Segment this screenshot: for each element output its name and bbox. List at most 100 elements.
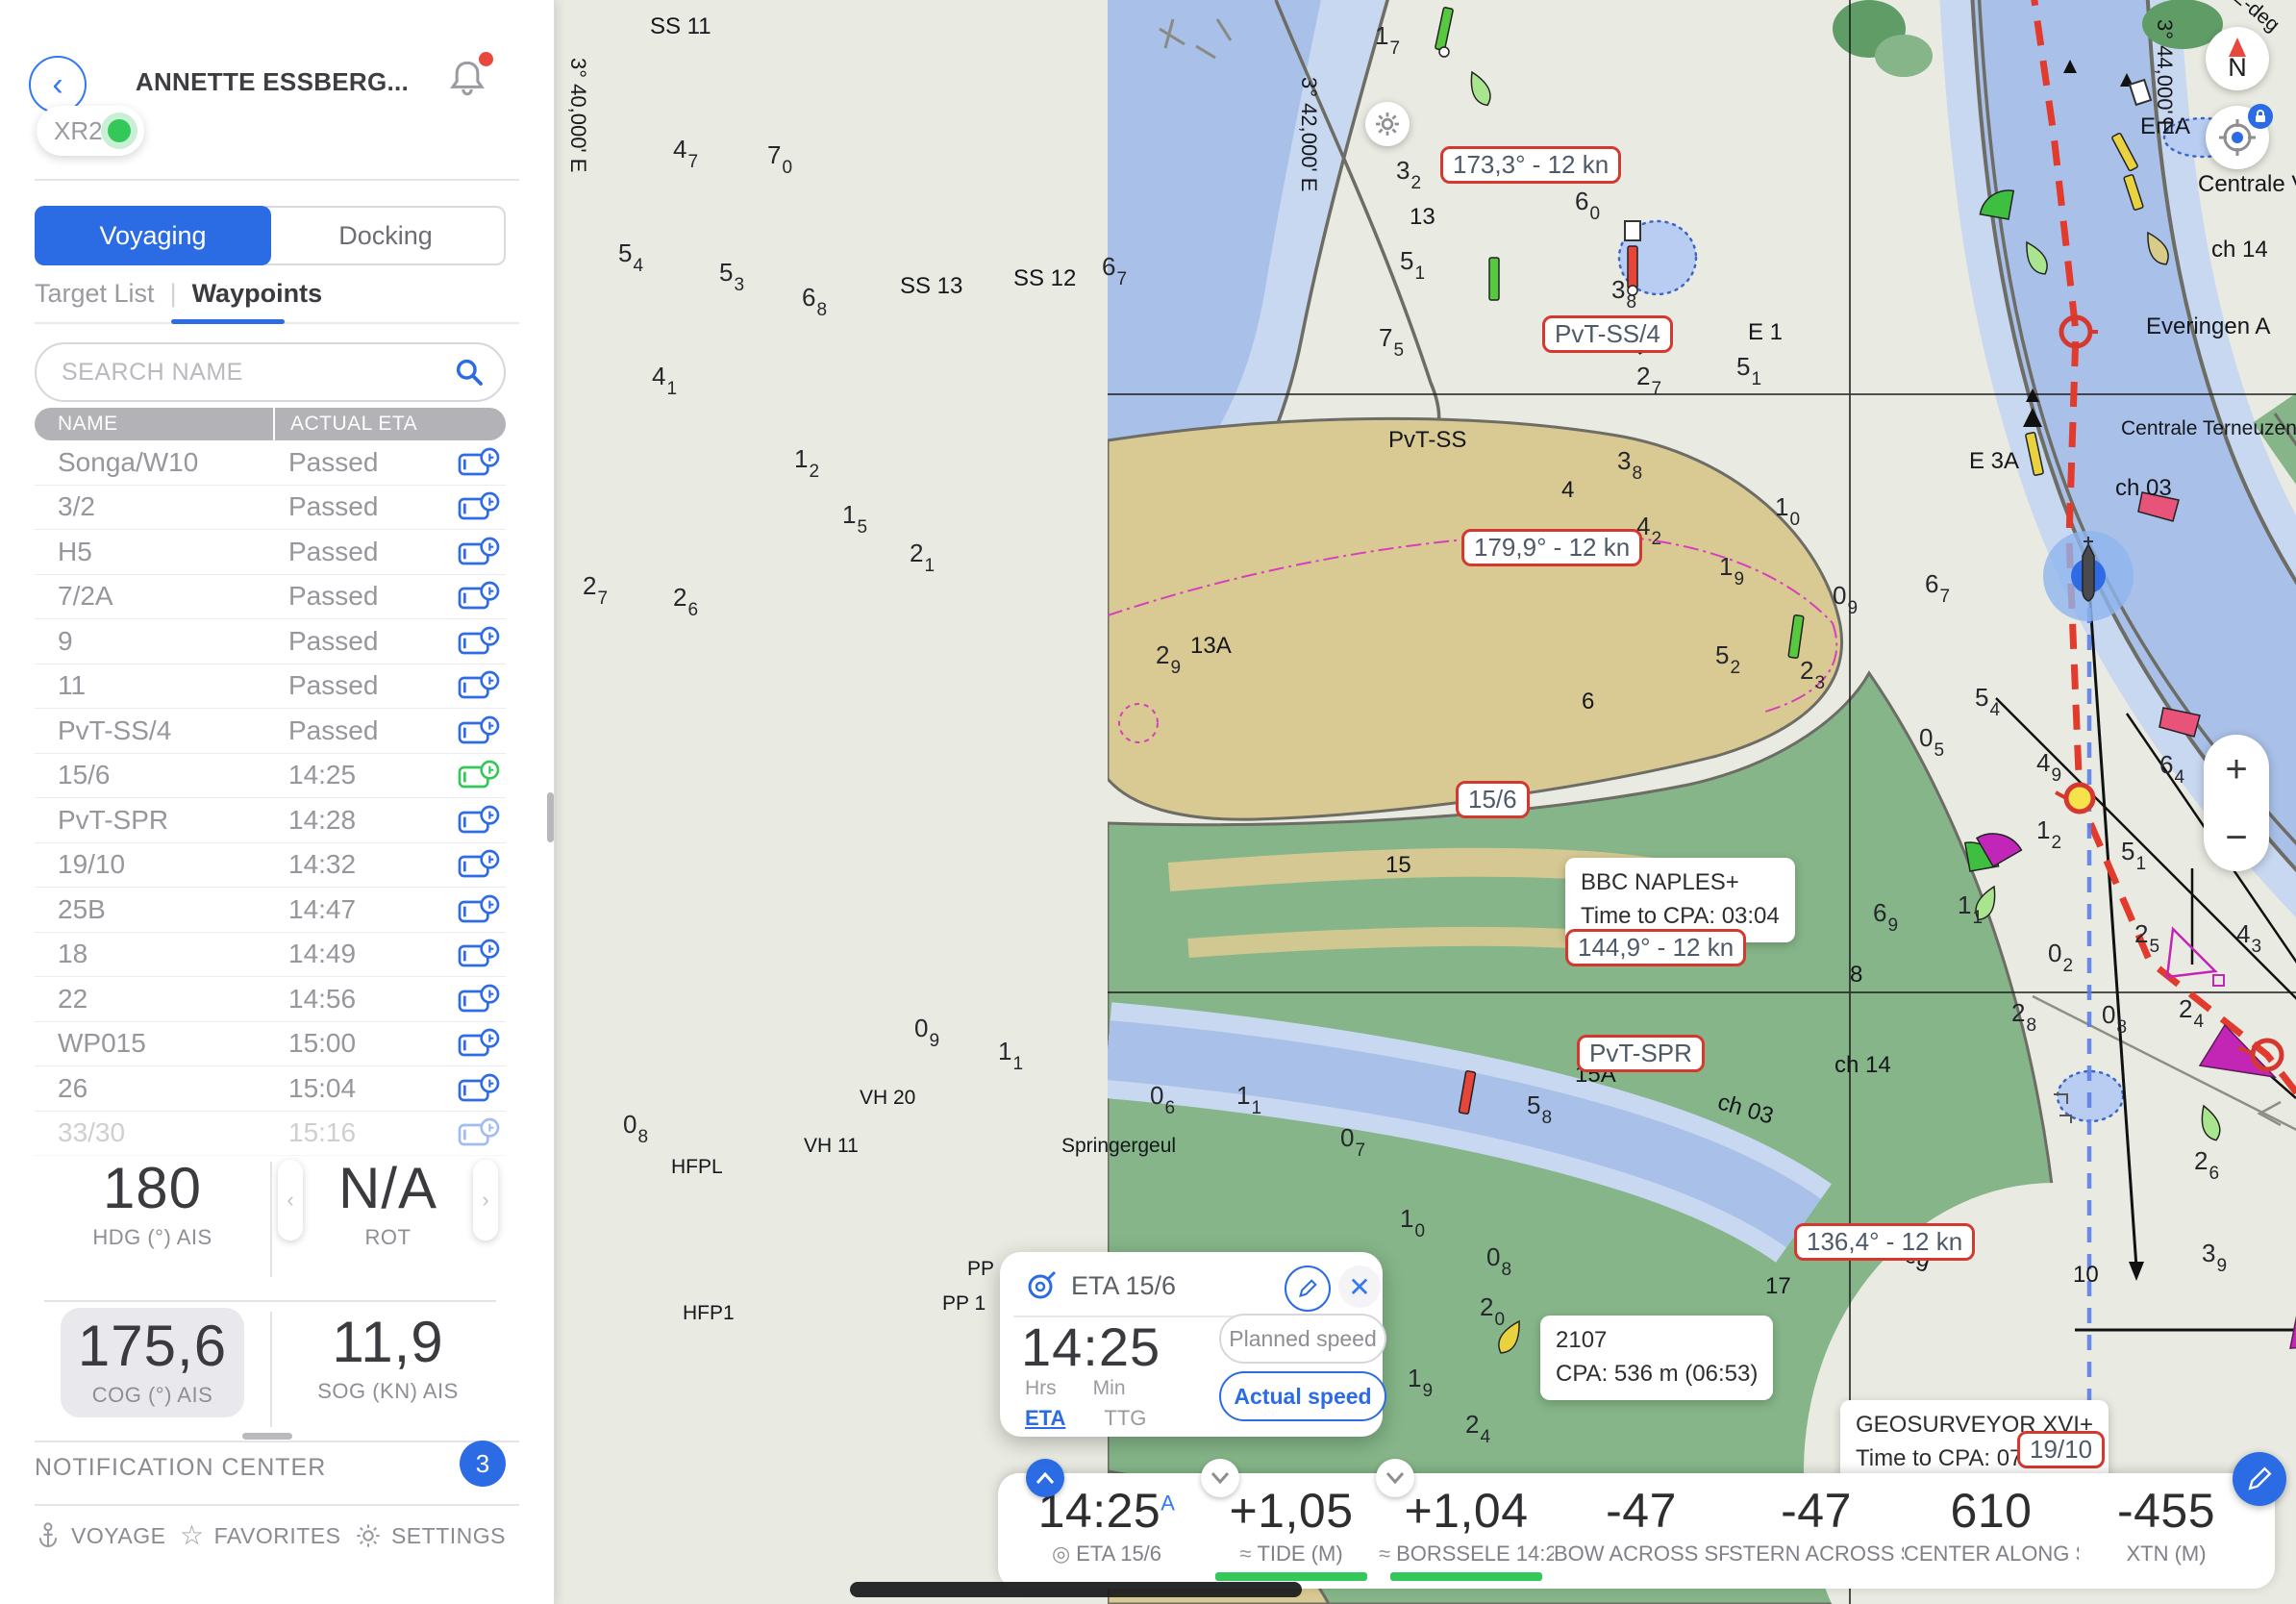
notification-count-badge[interactable]: 3 [460, 1441, 506, 1487]
collapse-borssele-button[interactable] [1376, 1459, 1414, 1497]
notification-drawer-handle[interactable] [242, 1433, 292, 1440]
metric-cell[interactable]: +1,05 TIDE (M) [1204, 1485, 1379, 1581]
add-eta-card-icon[interactable] [458, 491, 500, 522]
zoom-out-button[interactable]: − [2204, 803, 2269, 871]
metric-cell[interactable]: -47 STERN ACROSS SPEED [1729, 1485, 1904, 1581]
add-eta-card-icon[interactable] [458, 894, 500, 925]
add-eta-card-icon[interactable] [458, 537, 500, 567]
notification-center-label[interactable]: NOTIFICATION CENTER [35, 1454, 326, 1482]
waypoint-row[interactable]: 26 15:04 [35, 1066, 506, 1112]
waypoint-row[interactable]: PvT-SPR 14:28 [35, 798, 506, 843]
own-ship [2043, 531, 2134, 621]
graticule-label: 3° 44,000' E [2152, 19, 2177, 134]
eta-time-value[interactable]: 14:25 [1021, 1316, 1160, 1378]
chart-label: Centrale Terneuzen [2121, 417, 2296, 440]
waypoint-label[interactable]: PvT-SPR [1577, 1035, 1705, 1072]
target-cpa-tooltip[interactable]: 2107CPA: 536 m (06:53) [1540, 1316, 1773, 1400]
waypoint-row[interactable]: WP015 15:00 [35, 1022, 506, 1067]
actual-speed-button[interactable]: Actual speed [1219, 1371, 1386, 1421]
waypoint-eta: 14:56 [288, 984, 442, 1015]
tab-waypoints[interactable]: Waypoints [192, 279, 323, 309]
waypoint-row[interactable]: PvT-SS/4 Passed [35, 709, 506, 754]
add-eta-card-icon[interactable] [458, 760, 500, 790]
waypoint-row[interactable]: 25B 14:47 [35, 888, 506, 933]
metric-value: -47 [1554, 1485, 1729, 1538]
metric-cell[interactable]: 14:25A ETA 15/6 [1019, 1485, 1194, 1581]
waypoint-row[interactable]: 11 Passed [35, 664, 506, 710]
waypoint-row[interactable]: 7/2A Passed [35, 575, 506, 620]
zoom-in-button[interactable]: + [2204, 735, 2269, 803]
tab-docking[interactable]: Docking [265, 206, 506, 265]
collapse-tide-button[interactable] [1201, 1459, 1239, 1497]
course-speed-label[interactable]: 136,4° - 12 kn [1794, 1223, 1975, 1261]
waypoint-eta: Passed [288, 447, 442, 478]
eta-mode-tab[interactable]: ETA [1025, 1406, 1065, 1431]
add-eta-card-icon[interactable] [458, 1117, 500, 1148]
add-eta-card-icon[interactable] [458, 581, 500, 612]
search-input[interactable] [60, 358, 454, 388]
add-eta-card-icon[interactable] [458, 1073, 500, 1104]
search-icon[interactable] [454, 357, 485, 388]
vessel-badge[interactable]: XR2 [37, 106, 144, 156]
tab-voyaging[interactable]: Voyaging [35, 206, 271, 265]
depth-sounding: 09 [1833, 581, 1857, 615]
waypoint-label[interactable]: PvT-SS/4 [1542, 315, 1673, 353]
add-eta-card-icon[interactable] [458, 939, 500, 969]
nav-favorites[interactable]: ☆ FAVORITES [180, 1521, 341, 1550]
add-eta-card-icon[interactable] [458, 447, 500, 478]
metric-cell[interactable]: 610 CENTER ALONG SPEED [1904, 1485, 2079, 1581]
stat-pager-left[interactable]: ‹ [278, 1160, 303, 1241]
waypoint-row[interactable]: Songa/W10 Passed [35, 440, 506, 486]
nav-stat[interactable]: ‹ › 11,9 SOG (KN) AIS [270, 1308, 506, 1446]
nav-stat[interactable]: ‹ › N/A ROT [270, 1154, 506, 1292]
add-eta-card-icon[interactable] [458, 984, 500, 1015]
nav-voyage[interactable]: VOYAGE [35, 1521, 165, 1550]
waypoint-row[interactable]: 15/6 14:25 [35, 754, 506, 799]
waypoint-row[interactable]: 9 Passed [35, 619, 506, 664]
waypoint-row[interactable]: 3/2 Passed [35, 486, 506, 531]
metric-cell[interactable]: -455 XTN (M) [2079, 1485, 2254, 1581]
waypoint-row[interactable]: 33/30 15:16 [35, 1112, 506, 1157]
expand-panel-button[interactable] [1026, 1459, 1064, 1497]
map-settings-button[interactable] [1365, 102, 1410, 146]
depth-sounding: 19 [1408, 1364, 1432, 1398]
course-speed-label[interactable]: 179,9° - 12 kn [1461, 529, 1642, 566]
metric-cell[interactable]: -47 BOW ACROSS SPEED [1554, 1485, 1729, 1581]
waypoint-row[interactable]: H5 Passed [35, 530, 506, 575]
add-eta-card-icon[interactable] [458, 626, 500, 657]
chart-label: 13A [1190, 633, 1232, 660]
planned-speed-button[interactable]: Planned speed [1219, 1314, 1386, 1364]
active-tab-underline [171, 319, 285, 324]
add-eta-card-icon[interactable] [458, 670, 500, 701]
nav-stat[interactable]: ‹ › 180 HDG (°) AIS [35, 1154, 270, 1292]
sidebar-resize-handle[interactable] [547, 792, 554, 842]
add-eta-card-icon[interactable] [458, 1028, 500, 1059]
depth-sounding: 68 [802, 283, 826, 317]
waypoint-name: Songa/W10 [35, 447, 288, 478]
waypoint-row[interactable]: 18 14:49 [35, 933, 506, 978]
course-speed-label[interactable]: 144,9° - 12 kn [1565, 929, 1746, 966]
waypoint-row[interactable]: 22 14:56 [35, 977, 506, 1022]
eta-close-button[interactable]: ✕ [1338, 1266, 1381, 1308]
ttg-mode-tab[interactable]: TTG [1104, 1406, 1146, 1431]
stat-pager-right[interactable]: › [473, 1160, 498, 1241]
course-speed-label[interactable]: 173,3° - 12 kn [1440, 146, 1621, 184]
waypoint-label[interactable]: 19/10 [2017, 1431, 2105, 1468]
add-eta-card-icon[interactable] [458, 849, 500, 880]
nav-settings[interactable]: SETTINGS [355, 1521, 506, 1550]
chart-label: PP 1 [942, 1292, 986, 1316]
waypoint-row[interactable]: 19/10 14:32 [35, 843, 506, 889]
waypoint-label[interactable]: 15/6 [1456, 781, 1530, 818]
depth-sounding: 10 [1400, 1204, 1424, 1239]
tab-target-list[interactable]: Target List [35, 279, 155, 309]
compass-north-button[interactable]: N [2206, 27, 2269, 90]
nav-stat[interactable]: ‹ › 175,6 COG (°) AIS [35, 1308, 270, 1446]
eta-edit-button[interactable] [1285, 1266, 1331, 1312]
metric-cell[interactable]: +1,04 BORSSELE 14:21 [1379, 1485, 1554, 1581]
edit-route-button[interactable] [2233, 1452, 2286, 1506]
metrics-scrollbar[interactable] [850, 1582, 1302, 1597]
add-eta-card-icon[interactable] [458, 715, 500, 746]
back-button[interactable]: ‹ [29, 56, 87, 113]
add-eta-card-icon[interactable] [458, 805, 500, 836]
depth-sounding: 51 [1736, 352, 1760, 387]
